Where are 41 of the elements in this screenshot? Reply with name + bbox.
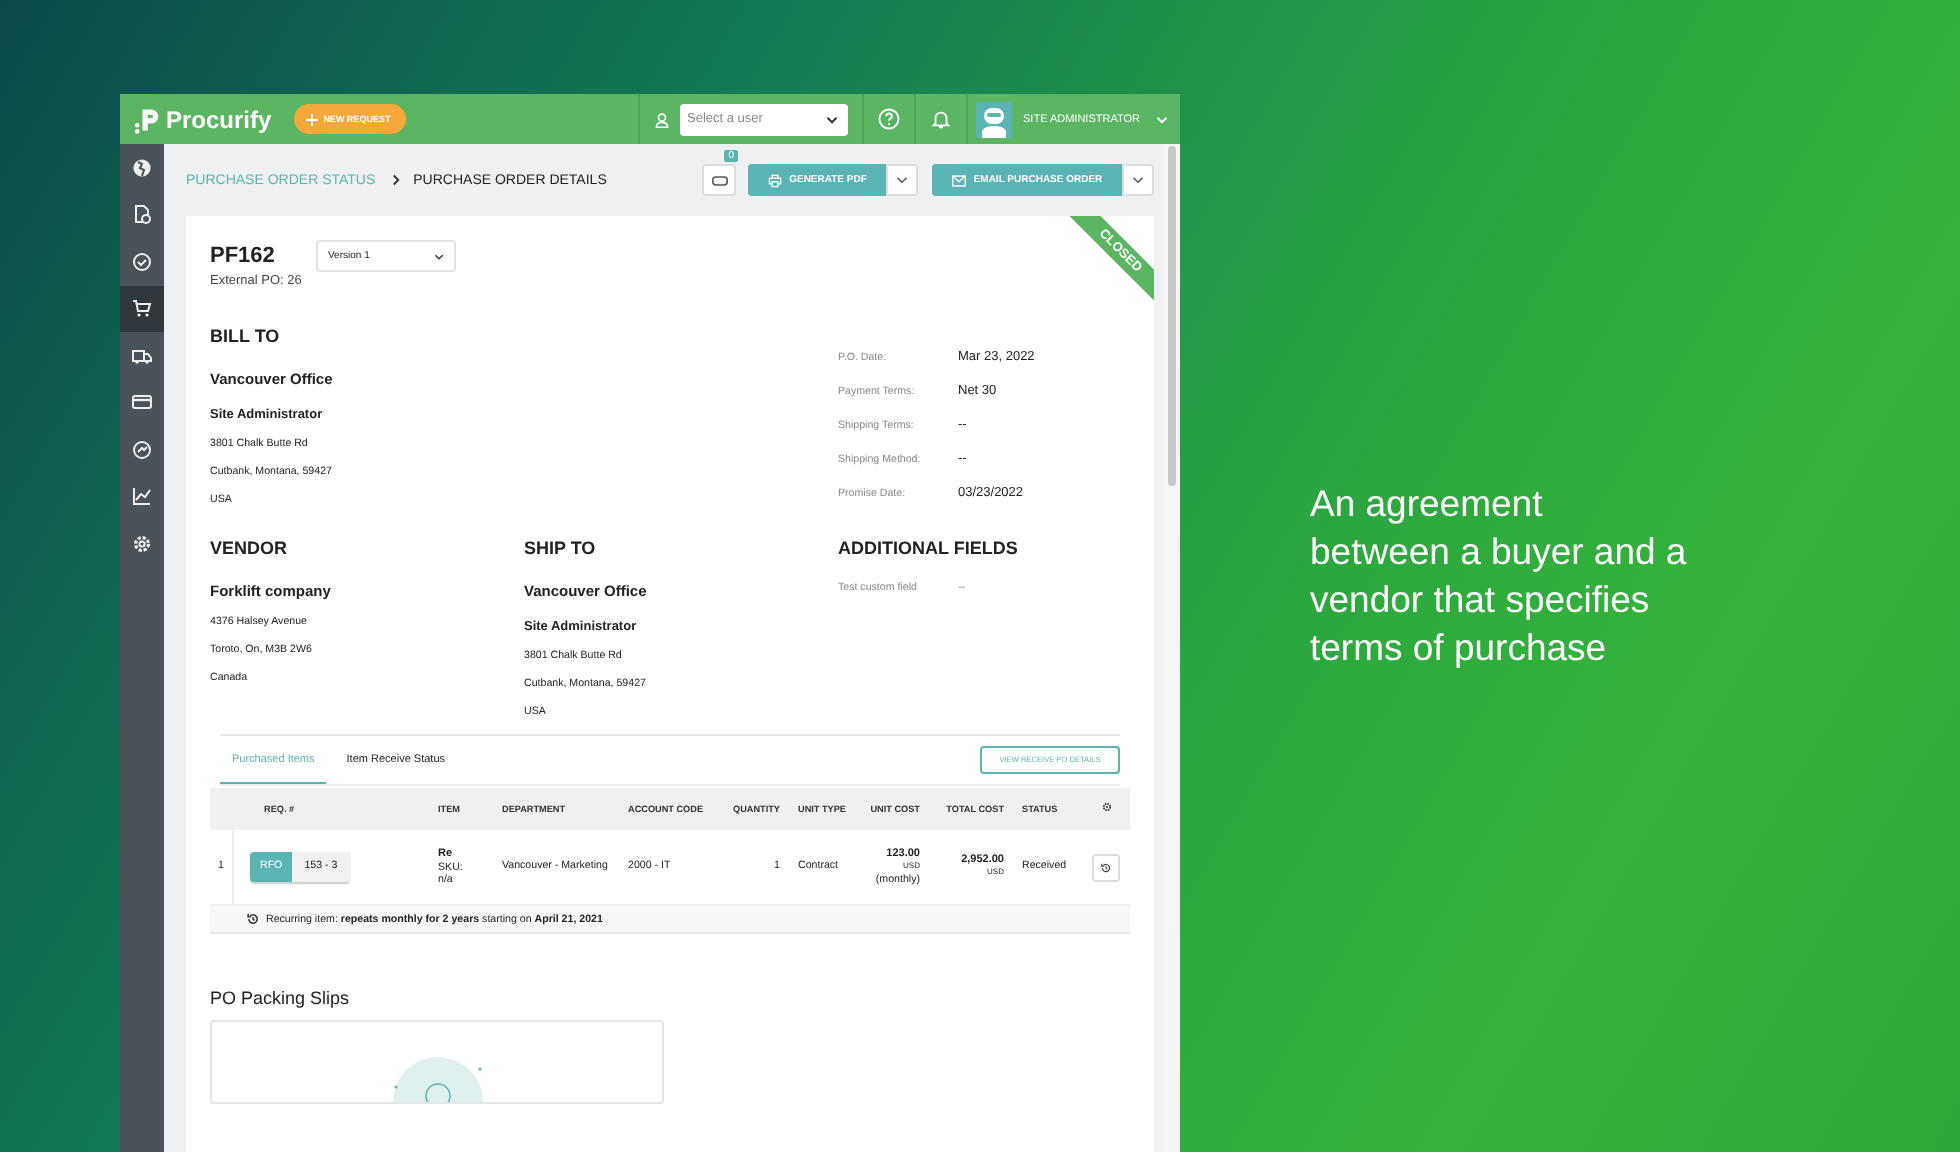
section-heading: VENDOR bbox=[210, 538, 290, 558]
comment-button[interactable] bbox=[702, 164, 736, 196]
check-circle-icon bbox=[132, 251, 152, 272]
caption-text: An agreement bbox=[1310, 480, 1543, 528]
section-heading: BILL TO bbox=[210, 326, 282, 346]
chevron-down-icon bbox=[896, 176, 908, 184]
scrollbar-thumb[interactable] bbox=[1168, 146, 1176, 486]
caption-text: terms of purchase bbox=[1310, 624, 1607, 672]
caption-text: vendor that specifies bbox=[1310, 576, 1650, 624]
settings-icon bbox=[132, 533, 152, 554]
history-button[interactable] bbox=[1092, 853, 1120, 881]
chevron-right-icon bbox=[391, 174, 400, 186]
document-icon bbox=[132, 204, 152, 225]
cart-icon bbox=[132, 298, 152, 319]
section-heading: PO Packing Slips bbox=[210, 988, 352, 1008]
printer-icon bbox=[767, 173, 782, 187]
caption-text: between a buyer and a bbox=[1310, 528, 1687, 576]
history-icon bbox=[246, 912, 260, 926]
truck-icon bbox=[132, 345, 152, 366]
help-icon[interactable] bbox=[877, 108, 900, 130]
section-heading: SHIP TO bbox=[524, 538, 598, 558]
bell-icon[interactable] bbox=[929, 108, 952, 130]
comment-icon bbox=[711, 175, 727, 185]
avatar-icon bbox=[975, 101, 1012, 137]
sidebar-item[interactable] bbox=[120, 285, 164, 332]
credit-card-icon bbox=[132, 392, 152, 413]
logo-text: Procurify bbox=[166, 105, 272, 133]
chevron-down-icon bbox=[1132, 176, 1144, 184]
globe-icon bbox=[132, 157, 152, 178]
chevron-down-icon bbox=[434, 253, 444, 259]
section-heading: ADDITIONAL FIELDS bbox=[838, 538, 1020, 558]
history-icon bbox=[1100, 861, 1112, 873]
chevron-down-icon bbox=[825, 115, 838, 123]
settings-icon[interactable] bbox=[1101, 802, 1111, 813]
chevron-down-icon[interactable] bbox=[1156, 115, 1168, 123]
user-icon bbox=[653, 111, 670, 127]
envelope-icon bbox=[951, 173, 966, 187]
po-number: PF162 bbox=[210, 244, 277, 268]
line-chart-icon bbox=[132, 486, 152, 507]
logo-icon bbox=[132, 105, 160, 133]
plus-icon bbox=[305, 113, 318, 125]
